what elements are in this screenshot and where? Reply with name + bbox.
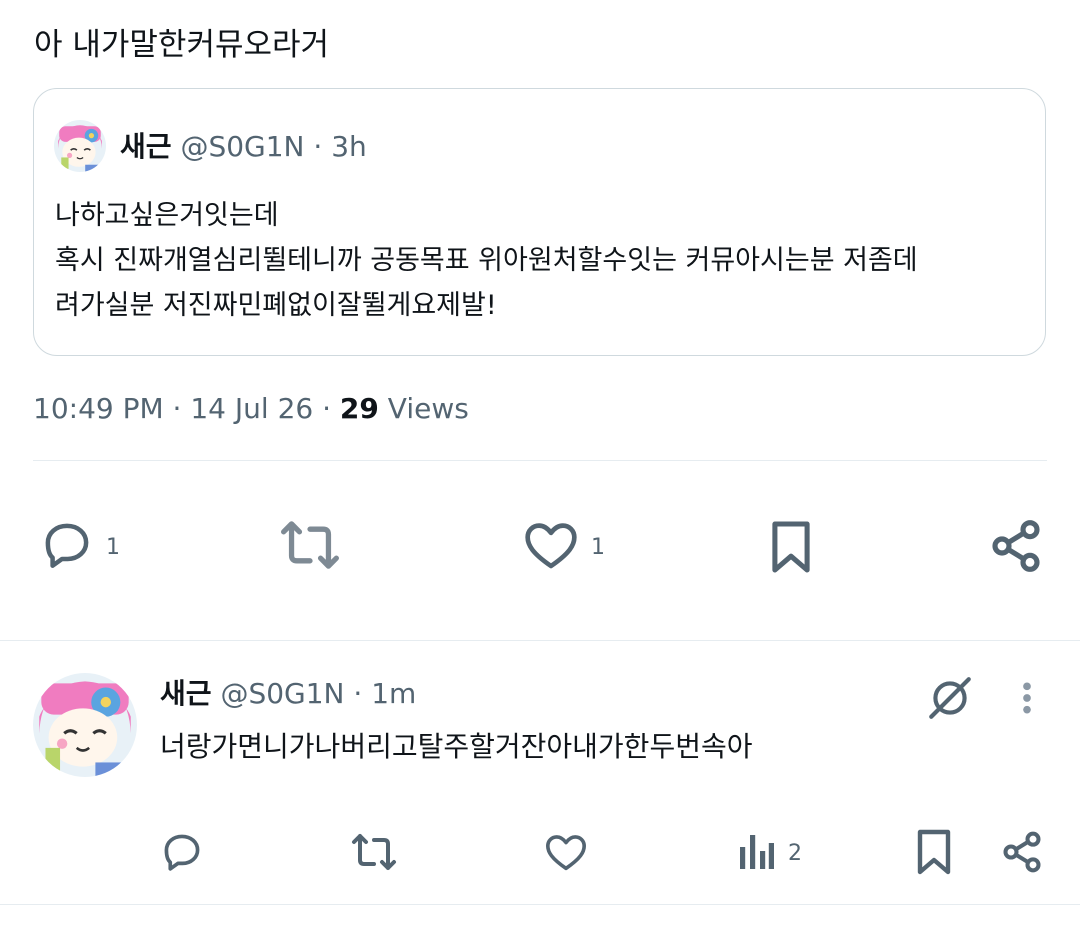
reply-count: 1 [106, 534, 120, 560]
grok-button[interactable] [925, 675, 975, 725]
more-icon [1012, 682, 1042, 722]
views-count: 29 [339, 392, 379, 425]
quote-line: 나하고싶은거잇는데 [55, 200, 279, 231]
reply-repost-button[interactable] [350, 830, 398, 878]
reply-reply-button[interactable] [160, 830, 204, 878]
repost-icon [350, 834, 398, 878]
post-text: 아 내가말한커뮤오라거 [34, 27, 330, 63]
quote-handle[interactable]: @S0G1N [180, 130, 304, 163]
quoted-tweet-card[interactable]: 새근 @S0G1N · 3h 나하고싶은거잇는데 혹시 진짜개열심리뛸테니까 공… [33, 88, 1046, 356]
reply-avatar[interactable] [33, 673, 137, 777]
meta-dot: · [172, 392, 182, 425]
bookmark-icon [914, 829, 954, 880]
views-label: Views [387, 392, 469, 425]
views-icon [738, 831, 774, 875]
like-count: 1 [591, 534, 605, 560]
like-button[interactable]: 1 [523, 520, 605, 574]
quote-line: 려가실분 저진짜민폐없이잘뛸게요제발! [55, 290, 497, 321]
divider [0, 904, 1080, 905]
like-icon [523, 519, 579, 575]
meta-dot: · [322, 392, 332, 425]
reply-share-button[interactable] [1000, 830, 1044, 878]
reply-button[interactable]: 1 [40, 521, 120, 573]
bookmark-icon [768, 521, 814, 580]
reply-views-count: 2 [788, 840, 802, 866]
divider [33, 460, 1047, 461]
more-options-button[interactable] [1012, 678, 1042, 722]
reply-views-button[interactable]: 2 [738, 832, 802, 874]
quote-header: 새근 @S0G1N · 3h [120, 127, 367, 167]
divider [0, 640, 1080, 641]
reply-text: 너랑가면니가나버리고탈주할거잔아내가한두번속아 [160, 730, 753, 763]
like-icon [544, 835, 588, 876]
quote-avatar[interactable] [54, 120, 106, 172]
reply-icon [40, 518, 94, 576]
post-meta: 10:49 PM · 14 Jul 26 · 29 Views [33, 387, 469, 431]
quote-body: 나하고싶은거잇는데 혹시 진짜개열심리뛸테니까 공동목표 위아원처할수잇는 커뮤… [55, 193, 1035, 328]
post-date[interactable]: 14 Jul 26 [190, 392, 313, 425]
quote-line: 혹시 진짜개열심리뛸테니까 공동목표 위아원처할수잇는 커뮤아시는분 저좀데 [55, 245, 918, 276]
repost-icon [278, 516, 342, 578]
reply-separator-dot: · [353, 677, 363, 710]
reply-display-name[interactable]: 새근 [160, 677, 212, 710]
reply-icon [160, 834, 204, 878]
reply-bookmark-button[interactable] [914, 828, 954, 880]
reply-handle[interactable]: @S0G1N [220, 677, 344, 710]
share-icon [1000, 831, 1044, 878]
bookmark-button[interactable] [768, 518, 814, 580]
quote-time[interactable]: 3h [331, 130, 367, 163]
post-time[interactable]: 10:49 PM [33, 392, 164, 425]
share-icon [988, 520, 1044, 578]
share-button[interactable] [988, 518, 1044, 578]
reply-like-button[interactable] [544, 832, 588, 876]
repost-button[interactable] [278, 518, 342, 576]
reply-header: 새근 @S0G1N · 1m [160, 674, 416, 714]
quote-separator-dot: · [313, 130, 323, 163]
reply-time[interactable]: 1m [371, 677, 416, 710]
quote-display-name[interactable]: 새근 [120, 130, 172, 163]
grok-icon [925, 677, 975, 725]
